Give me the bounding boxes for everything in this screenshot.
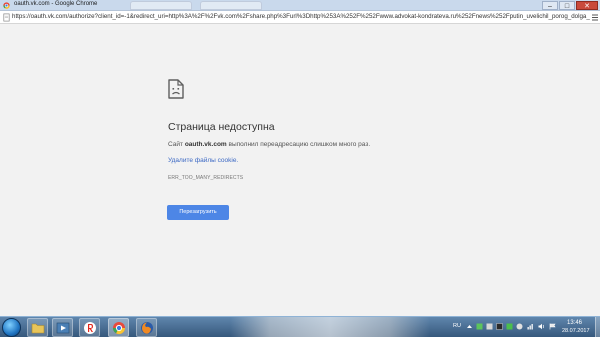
taskbar-media-player-button[interactable]	[52, 318, 73, 337]
maximize-button[interactable]: □	[559, 1, 575, 10]
taskbar-explorer-button[interactable]	[27, 318, 48, 337]
language-indicator[interactable]: RU	[453, 323, 461, 329]
clock-date[interactable]: 28.07.2017	[562, 328, 590, 334]
sad-page-icon	[168, 79, 184, 99]
media-player-icon	[56, 322, 70, 334]
wallpaper-area	[230, 317, 430, 337]
tray-app-icon[interactable]	[516, 323, 523, 330]
folder-icon	[31, 323, 45, 334]
network-icon[interactable]	[527, 323, 534, 330]
error-desc-suffix: выполнил переадресацию слишком много раз…	[228, 141, 371, 148]
address-bar[interactable]: https://oauth.vk.com/authorize?client_id…	[0, 11, 600, 24]
minimize-button[interactable]: –	[542, 1, 558, 10]
background-tab[interactable]	[200, 1, 262, 10]
close-button[interactable]: ✕	[576, 1, 598, 10]
url-text[interactable]: https://oauth.vk.com/authorize?client_id…	[12, 13, 590, 20]
tray-arrow-icon[interactable]	[466, 323, 473, 330]
reload-button[interactable]: Перезагрузить	[167, 205, 229, 220]
chrome-app-icon	[3, 2, 10, 9]
volume-icon[interactable]	[538, 323, 545, 330]
page-icon	[3, 13, 10, 22]
tray-app-icon[interactable]	[496, 323, 503, 330]
tray-app-icon[interactable]	[476, 323, 483, 330]
background-tab[interactable]	[130, 1, 192, 10]
firefox-icon	[141, 322, 153, 334]
show-desktop-button[interactable]	[595, 317, 600, 337]
tray-app-icon[interactable]	[486, 323, 493, 330]
taskbar-chrome-button[interactable]	[108, 318, 129, 337]
error-code: ERR_TOO_MANY_REDIRECTS	[168, 175, 244, 181]
taskbar-yandex-button[interactable]	[79, 318, 100, 337]
tray-app-icon[interactable]	[506, 323, 513, 330]
error-title: Страница недоступна	[168, 121, 275, 133]
window-title: oauth.vk.com - Google Chrome	[14, 1, 98, 7]
taskbar-firefox-button[interactable]	[136, 318, 157, 337]
chrome-icon	[113, 322, 125, 335]
menu-icon[interactable]	[592, 14, 598, 21]
clock-time[interactable]: 13:46	[567, 320, 582, 326]
yandex-browser-icon	[84, 322, 96, 334]
start-button[interactable]	[2, 318, 21, 337]
taskbar: RU 13:46 28.07.2017	[0, 316, 600, 337]
flag-icon[interactable]	[549, 323, 556, 330]
error-description: Сайт oauth.vk.com выполнил переадресацию…	[168, 141, 370, 148]
page-content: Страница недоступна Сайт oauth.vk.com вы…	[0, 24, 600, 316]
window-titlebar: oauth.vk.com - Google Chrome – □ ✕	[0, 0, 600, 11]
clear-cookies-link[interactable]: Удалите файлы cookie.	[168, 157, 238, 164]
error-desc-host: oauth.vk.com	[184, 141, 227, 148]
window-controls: – □ ✕	[542, 1, 598, 10]
error-desc-prefix: Сайт	[168, 141, 183, 148]
